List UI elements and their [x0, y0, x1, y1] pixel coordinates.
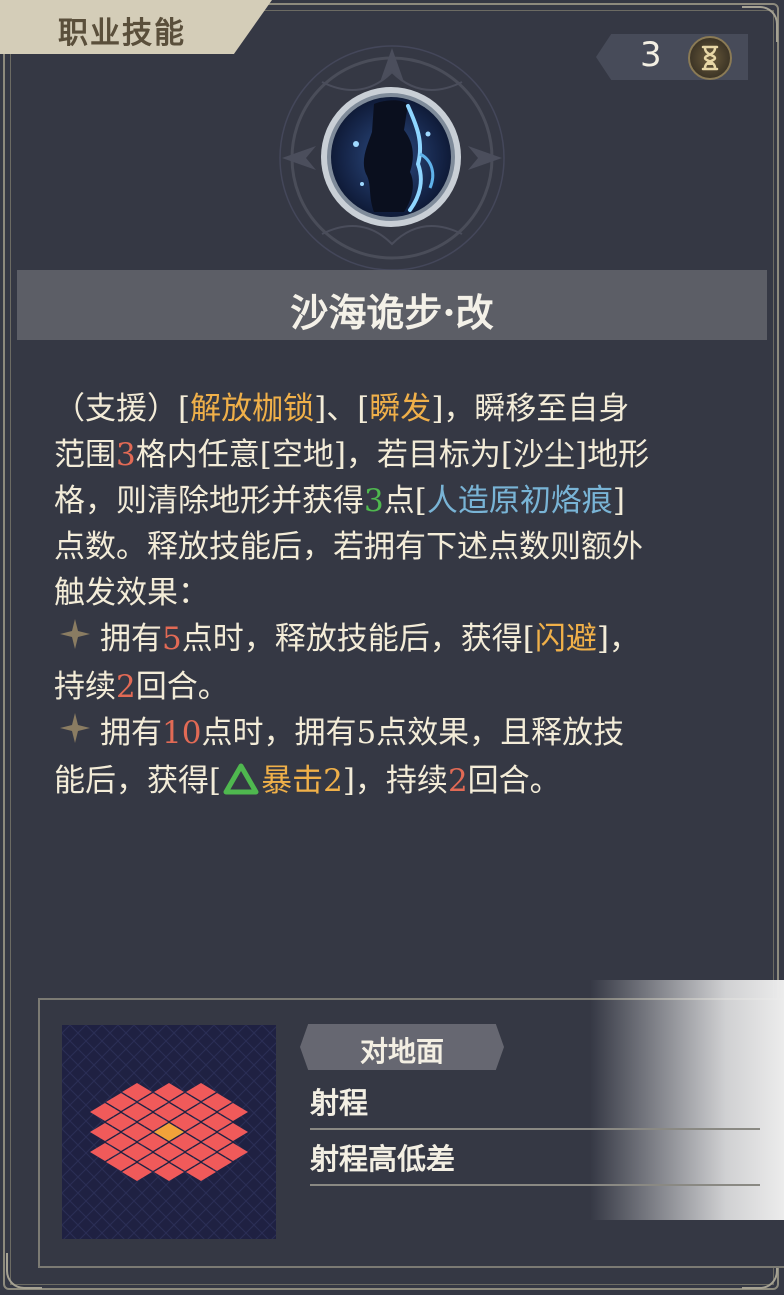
bonus-line: 拥有5点时，释放技能后，获得[闪避]， — [54, 616, 744, 664]
hourglass-icon — [688, 36, 732, 80]
description-line: （支援）[解放枷锁]、[瞬发]，瞬移至自身 — [54, 391, 630, 427]
category-label: 职业技能 — [58, 16, 186, 51]
stat-label: 射程高低差 — [310, 1142, 456, 1176]
keyword-crit[interactable]: 暴击2 — [261, 763, 343, 799]
target-type: 对地面 — [359, 1035, 444, 1068]
keyword-resource[interactable]: 人造原初烙痕 — [427, 483, 613, 519]
category-tab: 职业技能 — [0, 0, 272, 54]
keyword-burst[interactable]: 瞬发 — [369, 391, 431, 427]
star-icon — [58, 617, 92, 664]
bonus-line: 持续2回合。 — [54, 669, 229, 705]
range-value: 3 — [116, 437, 136, 473]
skill-icon — [312, 84, 470, 230]
description-line: 范围3格内任意[空地]，若目标为[沙尘]地形 — [54, 437, 650, 473]
star-icon — [58, 711, 92, 758]
buff-up-icon — [223, 762, 259, 808]
corner-ornament — [6, 1253, 42, 1289]
keyword-unshackle[interactable]: 解放枷锁 — [190, 391, 314, 427]
description-line: 格，则清除地形并获得3点[人造原初烙痕] — [54, 483, 625, 519]
skill-description: （支援）[解放枷锁]、[瞬发]，瞬移至自身 范围3格内任意[空地]，若目标为[沙… — [54, 386, 744, 808]
description-line: 触发效果： — [54, 575, 209, 611]
range-grid — [62, 1025, 276, 1239]
bonus-line: 能后，获得[暴击2]，持续2回合。 — [54, 758, 744, 808]
stat-label: 射程 — [310, 1086, 369, 1120]
keyword-dodge[interactable]: 闪避 — [535, 621, 597, 657]
stat-height-diff: 射程高低差 — [310, 1130, 760, 1186]
skill-name: 沙海诡步·改 — [290, 290, 494, 335]
description-line: 点数。释放技能后，若拥有下述点数则额外 — [54, 529, 643, 565]
skill-card: 职业技能 3 沙海诡步·改 （支援）[解放枷锁]、[瞬发]，瞬移至自身 范围3格… — [0, 0, 784, 1295]
points-value: 3 — [364, 483, 384, 519]
skill-name-bar: 沙海诡步·改 — [17, 270, 767, 340]
cost-value: 3 — [640, 35, 662, 75]
bonus-line: 拥有10点时，拥有5点效果，且释放技 — [54, 710, 744, 758]
stat-range: 射程 — [310, 1074, 760, 1130]
